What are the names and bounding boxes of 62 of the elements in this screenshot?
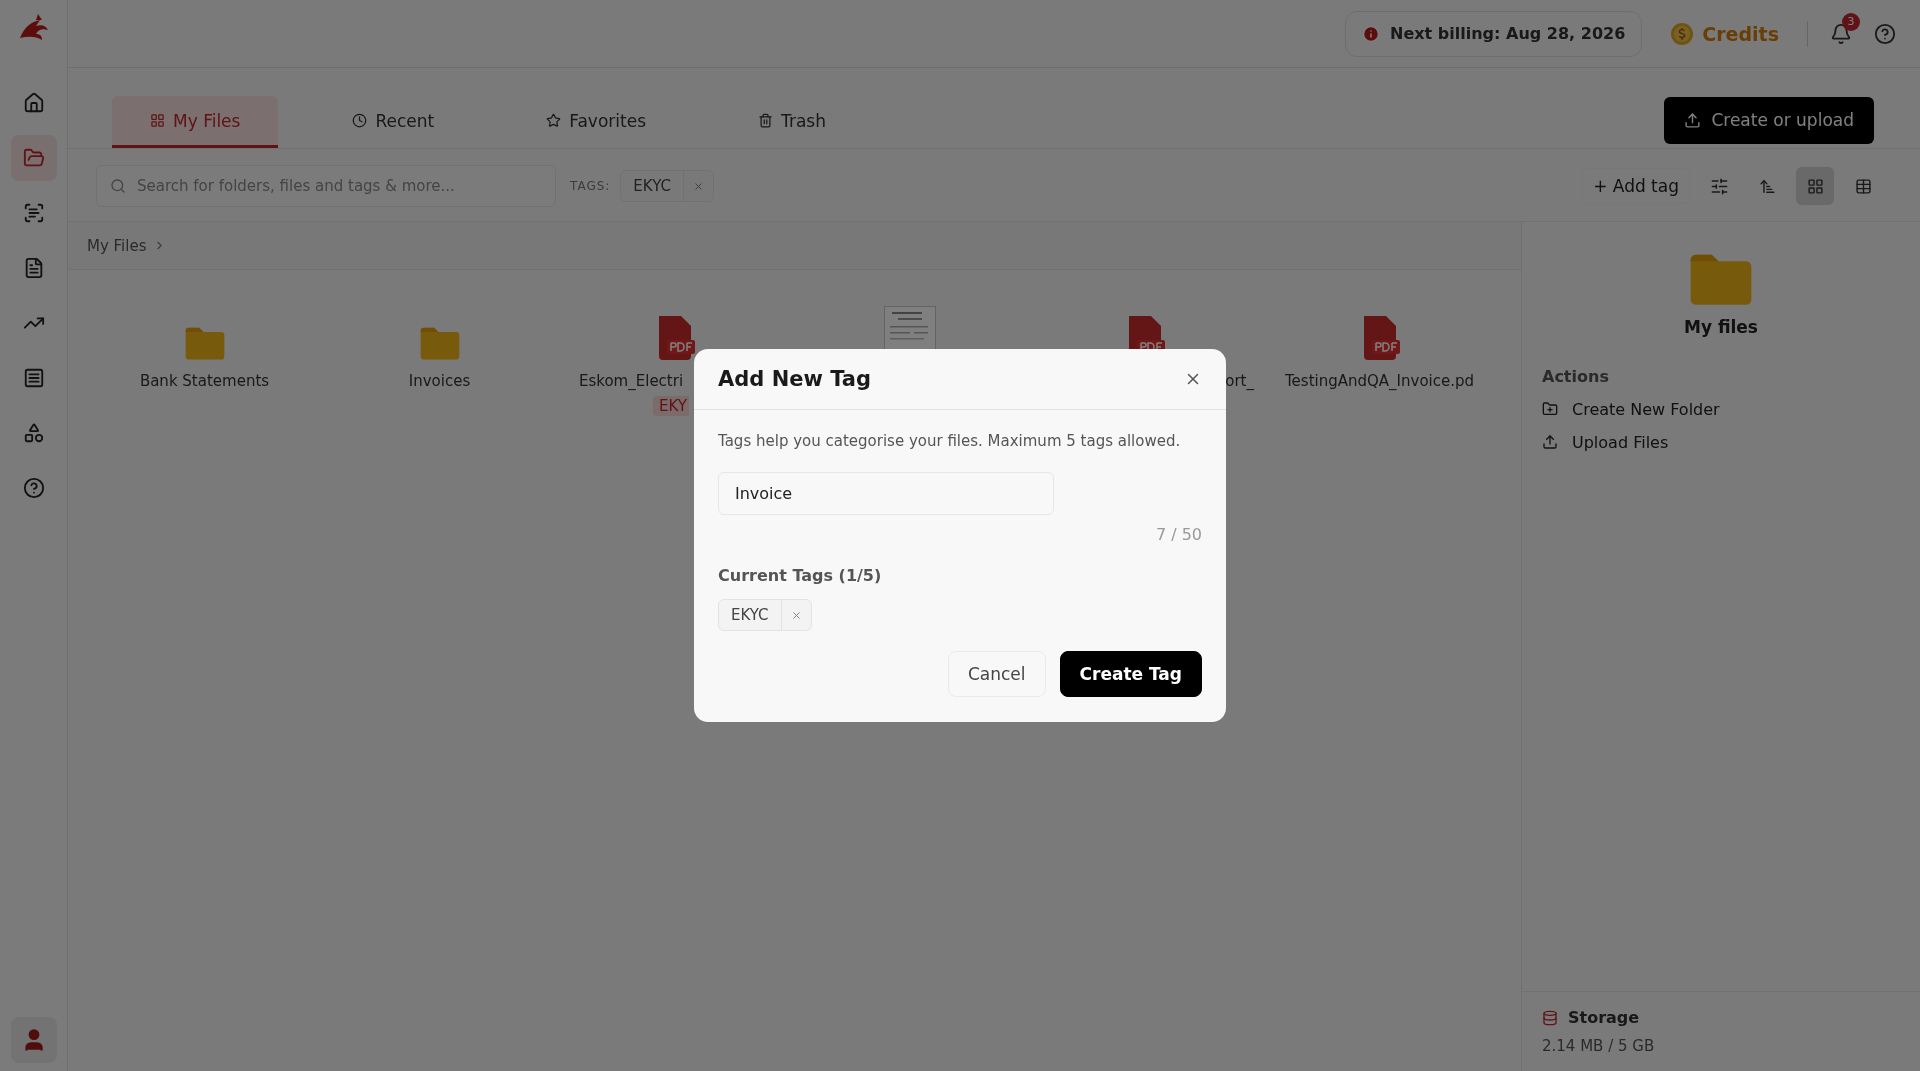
tag-text: EKYC [730, 606, 770, 624]
upload-icon [1542, 434, 1558, 451]
info-icon [1362, 24, 1381, 43]
close-icon [790, 609, 802, 621]
tag-text: EKYC [632, 177, 672, 195]
storage-icon [1542, 1009, 1558, 1026]
close-icon [692, 180, 704, 192]
breadcrumb-link[interactable]: My Files [87, 236, 147, 255]
cancel-button[interactable]: Cancel [947, 651, 1046, 697]
credits-button[interactable]: Credits [1664, 20, 1785, 47]
file-name[interactable]: TestingAndQA_Invoice.pd [1285, 372, 1474, 390]
create-upload-button[interactable]: Create or upload [1664, 96, 1874, 144]
help-icon [22, 477, 45, 499]
profile-button[interactable] [10, 1017, 57, 1063]
sort-icon [1758, 177, 1776, 195]
storage-label: Storage [1568, 1008, 1640, 1027]
trash-icon [758, 113, 773, 128]
current-tags-heading: Current Tags (1/5) [718, 566, 883, 585]
view-mode-button[interactable] [1796, 167, 1834, 205]
coin-icon [1670, 21, 1695, 46]
clock-icon [352, 113, 368, 128]
file-name[interactable]: ort_ [1225, 372, 1254, 390]
create-tag-button[interactable]: Create Tag [1059, 651, 1202, 697]
shapes-icon [22, 422, 45, 444]
folder-icon [1688, 252, 1754, 305]
file-name[interactable]: Invoices [408, 372, 471, 390]
help-button[interactable] [1874, 22, 1896, 45]
file-name[interactable]: Eskom_Electri [579, 372, 684, 390]
storage-usage: 2.14 MB / 5 GB [1542, 1037, 1656, 1055]
folder-title: My files [1684, 316, 1758, 337]
tab[interactable]: Favorites [508, 96, 684, 148]
tags-label: TAGS: [570, 179, 611, 193]
tab[interactable]: Recent [314, 96, 473, 148]
billing-text: Next billing: Aug 28, 2026 [1390, 24, 1626, 43]
sidebar-item[interactable] [10, 135, 57, 181]
search-icon [110, 178, 126, 194]
tab[interactable]: My Files [112, 96, 279, 148]
list-icon [22, 367, 45, 389]
upload-icon [1684, 111, 1702, 129]
file-tag: EKY [653, 396, 689, 416]
folder-icon [418, 326, 461, 360]
help-icon [1874, 22, 1896, 45]
notification-count: 3 [1842, 12, 1860, 31]
folder-icon [183, 326, 226, 360]
tag-name-input[interactable]: Invoice [718, 472, 1054, 515]
file-name[interactable]: Bank Statements [139, 372, 270, 390]
folder-plus-icon [1542, 401, 1558, 418]
action-link[interactable]: Create New Folder [1542, 399, 1900, 419]
folder-icon [22, 147, 45, 169]
dialog-title: Add New Tag [718, 367, 871, 391]
action-link[interactable]: Upload Files [1542, 432, 1900, 452]
sliders-icon [1709, 176, 1729, 196]
character-counter: 7 / 50 [1155, 525, 1202, 544]
table-icon [1854, 177, 1872, 195]
home-icon [22, 92, 45, 114]
tab[interactable]: Trash [720, 96, 864, 148]
star-icon [546, 113, 562, 128]
grid-icon [150, 113, 165, 128]
dialog-description: Tags help you categorise your files. Maximum 5 tags allowed. [718, 432, 1182, 450]
scan-icon [22, 202, 45, 224]
actions-heading: Actions [1542, 366, 1610, 386]
grid-icon [1806, 177, 1824, 195]
